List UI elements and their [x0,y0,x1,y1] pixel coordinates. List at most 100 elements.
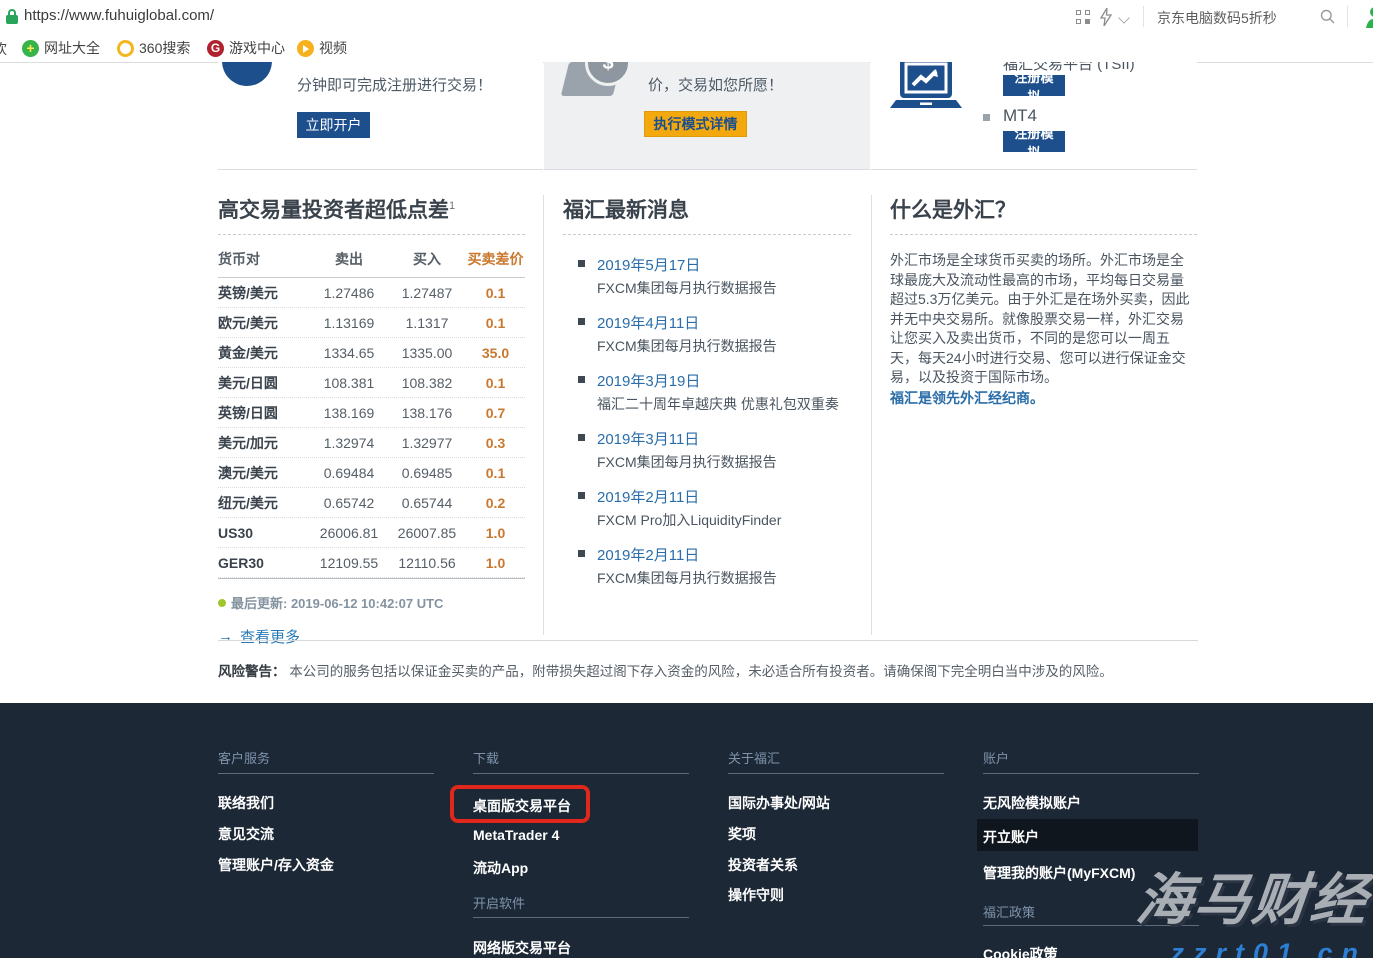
footer-link-international-offices[interactable]: 国际办事处/网站 [728,793,830,813]
news-item-title[interactable]: FXCM集团每月执行数据报告 [597,278,851,298]
register-demo-button-tsii[interactable]: 注册模拟 [1003,75,1065,96]
news-date-link[interactable]: 2019年2月11日 [597,486,851,507]
news-item: 2019年5月17日 FXCM集团每月执行数据报告 [563,249,851,307]
footer-link-manage-deposit[interactable]: 管理账户/存入资金 [218,855,334,875]
footer-link-feedback[interactable]: 意见交流 [218,824,274,844]
footer-link-awards[interactable]: 奖项 [728,824,756,844]
pair-value: 12109.55 [310,555,388,571]
last-update: 最后更新: 2019-06-12 10:42:07 UTC [218,593,525,612]
pair-value: 0.2 [466,495,525,511]
news-date-link[interactable]: 2019年4月11日 [597,312,851,333]
pair-name: 美元/日圆 [218,373,310,393]
mt4-bullet-icon [983,114,990,121]
news-date-link[interactable]: 2019年3月11日 [597,428,851,449]
chevron-down-icon[interactable] [1118,12,1129,23]
risk-warning-text: 本公司的服务包括以保证金买卖的产品，附带损失超过阁下存入资金的风险，未必适合所有… [286,664,1113,679]
footer-link-demo-account[interactable]: 无风险模拟账户 [983,793,1081,813]
pair-value: 1.13169 [310,315,388,331]
bookmark-video[interactable]: 视频 [297,37,347,59]
pair-value: 26007.85 [388,525,466,541]
register-demo-button-mt4[interactable]: 注册模拟 [1003,131,1065,152]
footer-link-code-of-conduct[interactable]: 操作守则 [728,885,784,905]
news-bullet-icon [578,318,585,325]
browser-window: https://www.fuhuiglobal.com/ 京东电脑数码5折秒 欢… [0,0,1373,958]
spread-row: 黄金/美元1334.651335.0035.0 [218,338,525,368]
footer-link-mobile-app[interactable]: 流动App [473,858,528,878]
section-divider [218,640,1198,641]
footer-link-metatrader4[interactable]: MetaTrader 4 [473,827,559,843]
col-header-spread: 买卖差价 [466,249,525,269]
news-date-link[interactable]: 2019年5月17日 [597,254,851,275]
footer-link-contact-us[interactable]: 联络我们 [218,793,274,813]
pair-value: 26006.81 [310,525,388,541]
view-more-label: 查看更多 [240,626,300,647]
bookmark-video-label: 视频 [319,38,347,58]
pair-name: 欧元/美元 [218,313,310,333]
col-header-buy: 买入 [388,249,466,269]
bookmark-360search[interactable]: 360搜索 [117,37,190,59]
footer-header-underline [728,773,944,774]
search-icon[interactable] [1320,9,1335,24]
bookmark-gamecenter[interactable]: G 游戏中心 [207,37,285,59]
bookmark-360search-label: 360搜索 [139,38,190,58]
lightning-icon[interactable] [1099,8,1113,26]
footer-link-web-platform[interactable]: 网络版交易平台 [473,938,571,958]
execution-details-button[interactable]: 执行模式详情 [644,111,747,137]
bookmark-sites[interactable]: + 网址大全 [22,37,100,59]
pair-name: 澳元/美元 [218,463,310,483]
news-title: 福汇最新消息 [563,190,851,234]
pair-value: 1.27486 [310,285,388,301]
pair-name: 黄金/美元 [218,343,310,363]
news-bullet-icon [578,434,585,441]
browser-user-icon[interactable] [1361,6,1373,28]
hero-open-account-text: 分钟即可完成注册进行交易！ [297,74,492,95]
footer-link-myfxcm[interactable]: 管理我的账户(MyFXCM) [983,863,1135,883]
news-date-link[interactable]: 2019年3月19日 [597,370,851,391]
footer-subheader-policies: 福汇政策 [983,902,1035,921]
open-account-button[interactable]: 立即开户 [297,112,370,138]
spreads-section: 高交易量投资者超低点差1 货币对 卖出 买入 买卖差价 英镑/美元1.27486… [218,190,525,647]
footer-link-open-account[interactable]: 开立账户 [983,827,1039,847]
footer-link-investor-relations[interactable]: 投资者关系 [728,855,798,875]
news-item: 2019年2月11日 FXCM集团每月执行数据报告 [563,539,851,597]
pair-value: 1334.65 [310,345,388,361]
pair-value: 1.32974 [310,435,388,451]
news-bullet-icon [578,492,585,499]
about-forex-title: 什么是外汇？ [890,190,1197,234]
pair-value: 108.382 [388,375,466,391]
pair-name: 美元/加元 [218,433,310,453]
footer-link-desktop-platform[interactable]: 桌面版交易平台 [473,796,571,816]
hero-platforms-panel: 福汇交易平台 (TSII) 注册模拟 MT4 注册模拟 [871,62,1197,170]
pair-name: 英镑/美元 [218,283,310,303]
sites-icon: + [22,40,39,57]
bookmark-partial[interactable]: 欢 [0,39,7,59]
search360-icon [117,40,134,57]
column-divider-1 [543,195,544,635]
news-item-title[interactable]: FXCM集团每月执行数据报告 [597,336,851,356]
news-section: 福汇最新消息 2019年5月17日 FXCM集团每月执行数据报告 2019年4月11… [563,190,851,597]
title-underline [890,234,1197,235]
footer-link-cookie-policy[interactable]: Cookie政策 [983,944,1058,958]
view-more-link[interactable]: → 查看更多 [218,626,300,647]
spread-row: 欧元/美元1.131691.13170.1 [218,308,525,338]
pair-value: 1.27487 [388,285,466,301]
pair-name: US30 [218,525,310,541]
news-date-link[interactable]: 2019年2月11日 [597,544,851,565]
news-bullet-icon [578,376,585,383]
hero-strip: 分钟即可完成注册进行交易！ 立即开户 $ 价，交易如您所愿！ 执行模式详情 福汇… [0,62,1373,170]
news-item-title[interactable]: FXCM集团每月执行数据报告 [597,568,851,588]
news-item-title[interactable]: FXCM集团每月执行数据报告 [597,452,851,472]
browser-search-input[interactable]: 京东电脑数码5折秒 [1157,8,1277,28]
url-text[interactable]: https://www.fuhuiglobal.com/ [24,7,214,24]
leading-broker-link[interactable]: 福汇是领先外汇经纪商。 [890,389,1044,409]
about-forex-body: 外汇市场是全球货币买卖的场所。外汇市场是全球最庞大及流动性最高的市场，平均每日交… [890,251,1197,388]
spreads-title: 高交易量投资者超低点差1 [218,190,525,234]
pair-value: 138.176 [388,405,466,421]
news-item-title[interactable]: FXCM Pro加入LiquidityFinder [597,510,851,530]
qr-grid-icon[interactable] [1076,10,1090,24]
pair-value: 0.65744 [388,495,466,511]
news-item-title[interactable]: 福汇二十周年卓越庆典 优惠礼包双重奏 [597,394,851,414]
pair-value: 0.1 [466,315,525,331]
pair-value: 35.0 [466,345,525,361]
pair-value: 0.1 [466,285,525,301]
